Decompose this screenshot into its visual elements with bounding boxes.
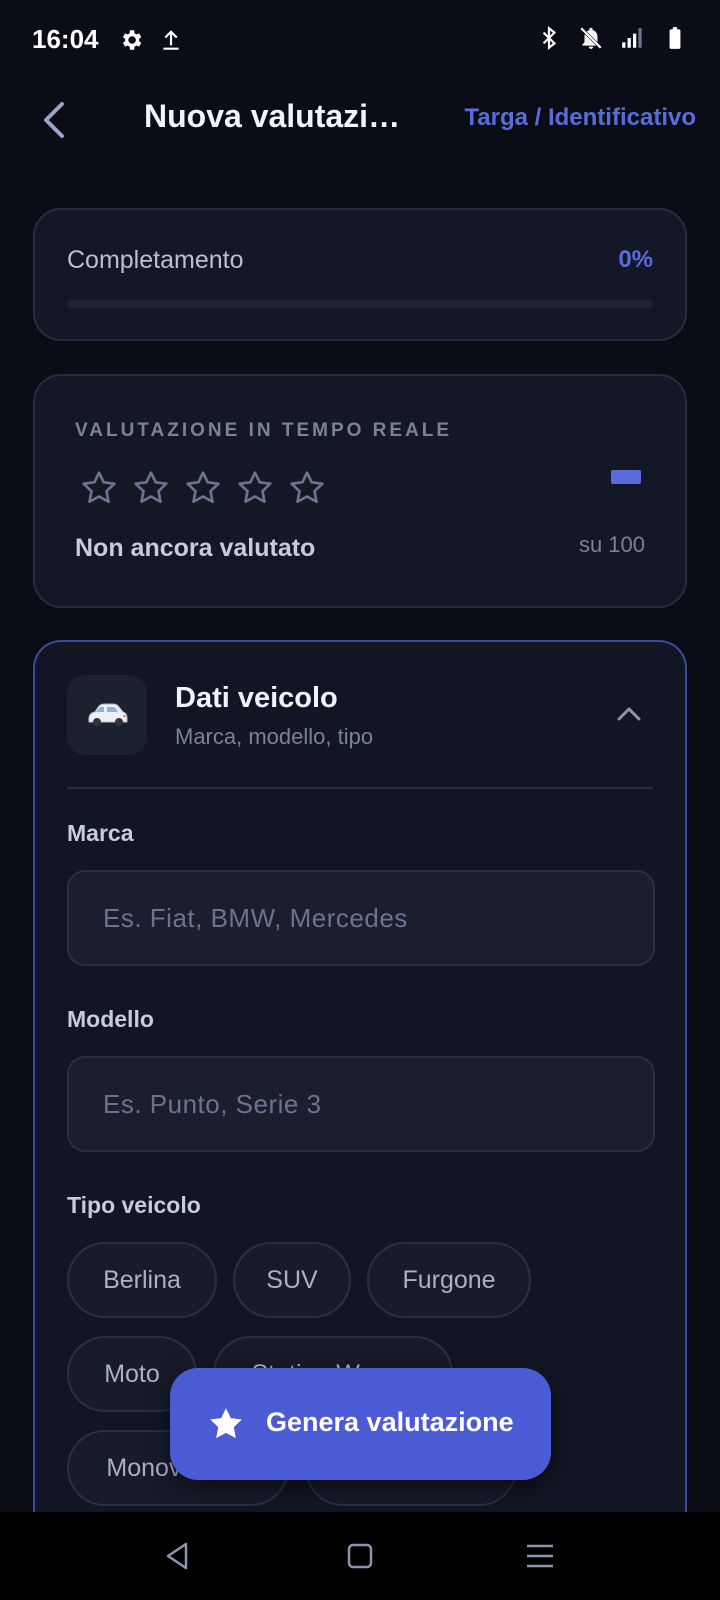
model-input[interactable] bbox=[69, 1058, 653, 1150]
plate-identifier-link[interactable]: Targa / Identificativo bbox=[464, 104, 696, 132]
signal-icon bbox=[622, 28, 642, 48]
section-subtitle: Marca, modello, tipo bbox=[175, 724, 374, 749]
model-label: Modello bbox=[67, 1006, 154, 1032]
score-dash bbox=[611, 470, 641, 484]
battery-icon bbox=[669, 27, 681, 49]
completion-card: Completamento 0% bbox=[33, 208, 687, 341]
star-icon bbox=[290, 471, 324, 503]
generate-rating-button[interactable]: Genera valutazione bbox=[170, 1368, 551, 1480]
star-icon bbox=[238, 471, 272, 503]
score-suffix: su 100 bbox=[578, 532, 645, 557]
section-title: Dati veicolo bbox=[175, 682, 338, 714]
completion-progress-bar bbox=[67, 300, 653, 308]
back-chevron-icon[interactable] bbox=[36, 96, 76, 144]
star-icon bbox=[210, 1408, 242, 1439]
bluetooth-icon bbox=[542, 25, 557, 51]
upload-icon bbox=[163, 30, 179, 50]
chip-suv[interactable]: SUV bbox=[233, 1242, 351, 1318]
home-square-icon[interactable] bbox=[340, 1536, 380, 1576]
back-triangle-icon[interactable] bbox=[158, 1536, 198, 1576]
settings-icon bbox=[122, 30, 142, 50]
car-icon bbox=[67, 675, 147, 755]
brand-input[interactable] bbox=[69, 872, 653, 964]
section-divider bbox=[67, 787, 653, 789]
chip-berlina[interactable]: Berlina bbox=[67, 1242, 217, 1318]
menu-lines-icon[interactable] bbox=[520, 1536, 560, 1576]
app-header: Nuova valutazi… Targa / Identificativo bbox=[0, 84, 720, 156]
status-bar: 16:04 bbox=[0, 0, 720, 80]
star-icon bbox=[186, 471, 220, 503]
brand-field bbox=[67, 870, 655, 966]
generate-rating-label: Genera valutazione bbox=[266, 1407, 514, 1437]
page-title: Nuova valutazi… bbox=[144, 98, 401, 134]
vehicle-type-label: Tipo veicolo bbox=[67, 1192, 201, 1218]
rating-stars bbox=[79, 468, 327, 508]
chip-furgone[interactable]: Furgone bbox=[367, 1242, 531, 1318]
brand-label: Marca bbox=[67, 820, 134, 846]
system-nav-bar bbox=[0, 1512, 720, 1600]
completion-label: Completamento bbox=[67, 246, 244, 274]
rating-kicker: VALUTAZIONE IN TEMPO REALE bbox=[75, 420, 453, 441]
realtime-rating-card: VALUTAZIONE IN TEMPO REALE Non ancora va… bbox=[33, 374, 687, 608]
status-time: 16:04 bbox=[32, 24, 99, 54]
star-icon bbox=[82, 471, 116, 503]
model-field bbox=[67, 1056, 655, 1152]
rating-status: Non ancora valutato bbox=[75, 534, 316, 562]
completion-value: 0% bbox=[618, 246, 653, 273]
star-icon bbox=[134, 471, 168, 503]
notifications-off-icon bbox=[580, 27, 602, 49]
chevron-up-icon[interactable] bbox=[613, 698, 645, 730]
